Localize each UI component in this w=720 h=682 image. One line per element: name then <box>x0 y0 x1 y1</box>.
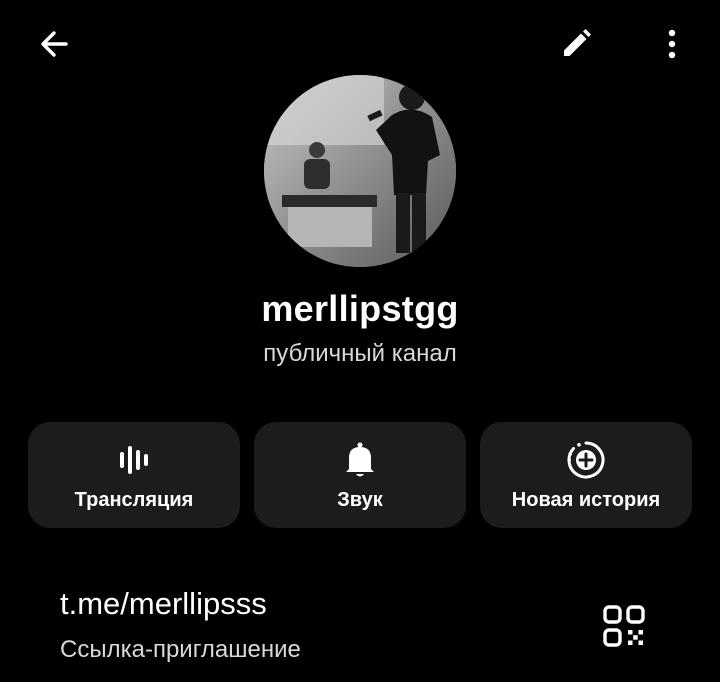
add-story-icon <box>480 440 692 480</box>
bell-icon <box>254 440 466 480</box>
back-button[interactable] <box>30 22 78 70</box>
avatar-photo <box>264 75 456 267</box>
live-stream-icon <box>28 440 240 480</box>
qr-code-button[interactable] <box>596 600 652 656</box>
live-stream-label: Трансляция <box>74 489 194 511</box>
sound-label: Звук <box>337 489 383 511</box>
channel-avatar[interactable] <box>264 75 456 267</box>
sound-button[interactable]: Звук <box>254 422 466 528</box>
channel-link[interactable]: t.me/merllipsss <box>60 586 267 622</box>
channel-type: публичный канал <box>263 340 457 367</box>
new-story-button[interactable]: Новая история <box>480 422 692 528</box>
more-vertical-icon <box>654 26 690 67</box>
qr-code-icon <box>602 604 646 653</box>
more-options-button[interactable] <box>648 22 696 70</box>
link-caption: Ссылка-приглашение <box>60 636 301 663</box>
live-stream-button[interactable]: Трансляция <box>28 422 240 528</box>
new-story-label: Новая история <box>511 489 661 511</box>
pencil-icon <box>558 26 594 67</box>
edit-button[interactable] <box>552 22 600 70</box>
channel-name: merllipstgg <box>261 288 459 329</box>
arrow-left-icon <box>36 26 72 67</box>
